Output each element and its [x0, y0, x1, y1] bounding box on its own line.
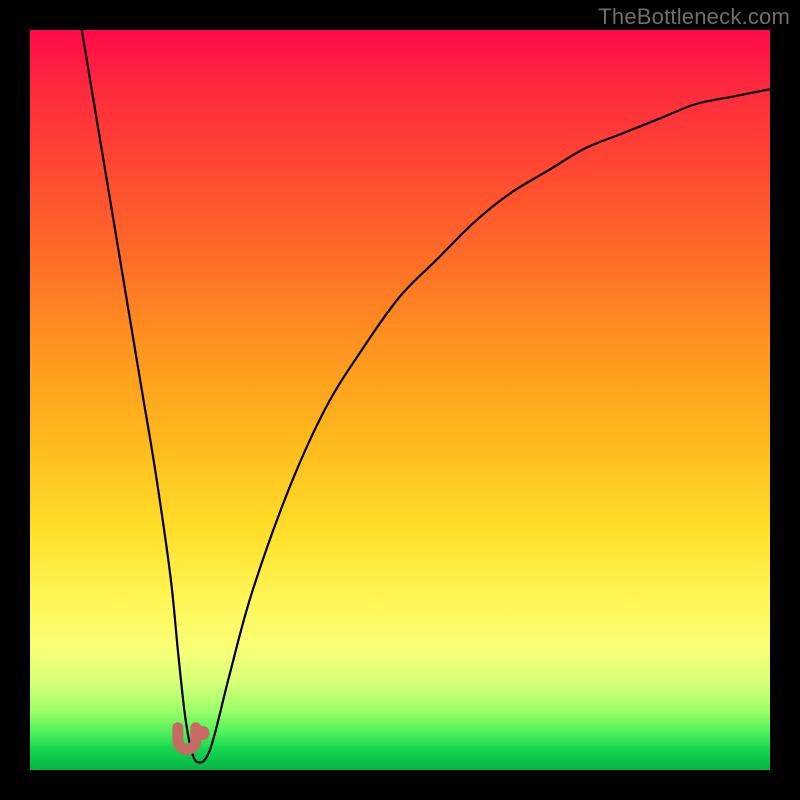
- plot-area: [30, 30, 770, 770]
- curve-layer: [30, 30, 770, 770]
- right-nub: [195, 726, 209, 740]
- minimum-markers: [178, 726, 210, 749]
- watermark-text: TheBottleneck.com: [598, 4, 790, 30]
- chart-frame: TheBottleneck.com: [0, 0, 800, 800]
- bottleneck-curve: [82, 30, 770, 763]
